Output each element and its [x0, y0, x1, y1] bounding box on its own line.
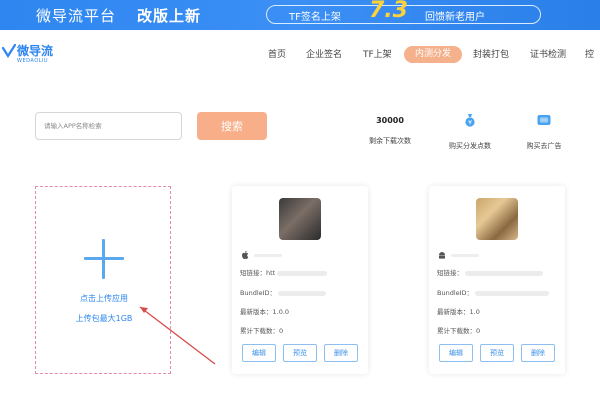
- version-value: 1.0: [469, 308, 480, 316]
- app-thumbnail: [476, 198, 518, 240]
- promo-banner[interactable]: 微导流平台 改版上新 TF签名上架 7.3 回馈新老用户: [0, 0, 600, 30]
- money-bag-icon: ¥: [465, 114, 475, 127]
- nav-tf-listing[interactable]: TF上架: [363, 47, 392, 60]
- edit-button[interactable]: 编辑: [439, 344, 473, 362]
- banner-title: 微导流平台: [36, 7, 117, 25]
- logo-name[interactable]: 微导流: [17, 42, 53, 59]
- banner-big-number: 7.3: [369, 0, 408, 23]
- apple-icon: [242, 250, 249, 259]
- downloads-label: 累计下载数：: [240, 327, 279, 335]
- nav-packaging[interactable]: 封装打包: [473, 47, 509, 60]
- nav-more[interactable]: 控: [585, 47, 594, 60]
- downloads-row: 累计下载数：0: [240, 325, 283, 335]
- short-link-row: 短链接：htt: [240, 267, 328, 277]
- bundle-id-label: BundleID：: [240, 289, 277, 297]
- downloads-label: 累计下载数：: [437, 327, 476, 335]
- banner-pill: TF签名上架 7.3 回馈新老用户: [266, 0, 541, 24]
- buy-remove-ads-label: 购买去广告: [526, 142, 562, 150]
- stat-remaining-downloads: 30000 剩余下载次数: [355, 112, 425, 146]
- version-label: 最新版本：: [437, 308, 470, 316]
- banner-pill-left: TF签名上架: [289, 12, 341, 23]
- nav-home[interactable]: 首页: [268, 47, 286, 60]
- nav-enterprise-sign[interactable]: 企业签名: [306, 47, 342, 60]
- short-link-label: 短链接：: [240, 269, 266, 277]
- bundle-id-row: BundleID：: [437, 287, 550, 297]
- search-input[interactable]: [35, 112, 182, 140]
- version-value: 1.0.0: [272, 308, 290, 316]
- logo-icon[interactable]: [2, 44, 16, 58]
- app-thumbnail: [279, 198, 321, 240]
- platform-placeholder: [451, 254, 479, 257]
- short-link-value[interactable]: htt: [266, 269, 275, 277]
- remaining-downloads-value: 30000: [376, 116, 404, 125]
- downloads-value: 0: [476, 327, 481, 335]
- delete-button[interactable]: 删除: [521, 344, 555, 362]
- banner-pill-right: 回馈新老用户: [425, 12, 485, 23]
- svg-text:¥: ¥: [468, 119, 472, 126]
- stat-buy-remove-ads[interactable]: 购买去广告: [509, 112, 579, 151]
- nav-beta-distribution[interactable]: 内测分发: [404, 46, 462, 63]
- app-card: 短链接：htt BundleID： 最新版本：1.0.0 累计下载数：0 编辑 …: [232, 186, 368, 374]
- short-link-row: 短链接：: [437, 267, 543, 277]
- search-button[interactable]: 搜索: [197, 112, 267, 140]
- downloads-value: 0: [279, 327, 284, 335]
- nav-cert-check[interactable]: 证书检测: [530, 47, 566, 60]
- app-card: 短链接： BundleID： 最新版本：1.0 累计下载数：0 编辑 预览 删除: [429, 186, 565, 374]
- stat-buy-points[interactable]: ¥ 购买分发点数: [435, 112, 505, 151]
- edit-button[interactable]: 编辑: [242, 344, 276, 362]
- version-label: 最新版本：: [240, 308, 273, 316]
- plus-icon-vertical: [102, 239, 105, 279]
- delete-button[interactable]: 删除: [324, 344, 358, 362]
- bundle-id-label: BundleID：: [437, 289, 474, 297]
- remaining-downloads-label: 剩余下载次数: [369, 137, 411, 145]
- version-row: 最新版本：1.0: [437, 306, 480, 316]
- android-icon: [439, 252, 445, 259]
- short-link-label: 短链接：: [437, 269, 463, 277]
- version-row: 最新版本：1.0.0: [240, 306, 289, 316]
- annotation-arrow-icon: [139, 306, 216, 365]
- platform-placeholder: [254, 254, 282, 257]
- logo-sub: WEDAOLIU: [17, 58, 49, 64]
- preview-button[interactable]: 预览: [283, 344, 317, 362]
- bundle-id-row: BundleID：: [240, 287, 327, 297]
- preview-button[interactable]: 预览: [480, 344, 514, 362]
- ad-icon: [537, 115, 551, 125]
- downloads-row: 累计下载数：0: [437, 325, 480, 335]
- buy-points-label: 购买分发点数: [449, 142, 491, 150]
- page: 微导流平台 改版上新 TF签名上架 7.3 回馈新老用户 微导流 WEDAOLI…: [0, 0, 600, 400]
- banner-subtitle: 改版上新: [137, 7, 202, 25]
